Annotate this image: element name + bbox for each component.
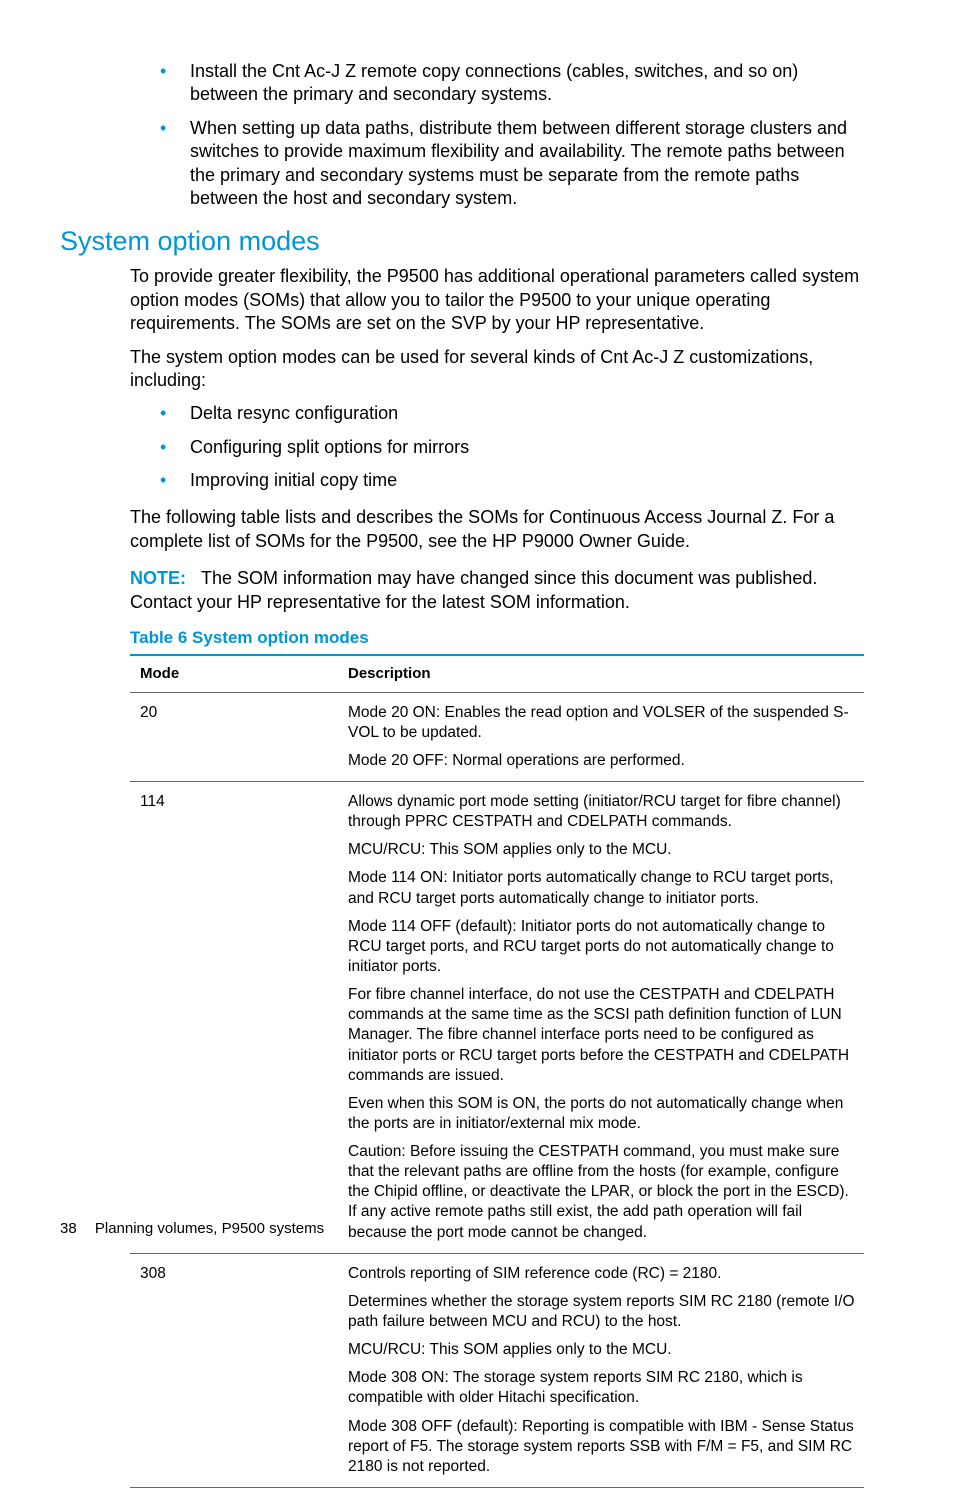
description-paragraph: Mode 308 OFF (default): Reporting is com… — [348, 1417, 856, 1477]
note-label: NOTE: — [130, 568, 186, 588]
note-text: The SOM information may have changed sin… — [130, 568, 817, 611]
description-cell: Mode 20 ON: Enables the read option and … — [338, 692, 864, 781]
list-item: Install the Cnt Ac-J Z remote copy conne… — [160, 60, 864, 107]
body-paragraph: To provide greater flexibility, the P950… — [60, 265, 864, 335]
description-paragraph: MCU/RCU: This SOM applies only to the MC… — [348, 1340, 856, 1360]
mode-cell: 308 — [130, 1253, 338, 1487]
description-paragraph: Determines whether the storage system re… — [348, 1292, 856, 1332]
description-paragraph: Mode 20 OFF: Normal operations are perfo… — [348, 751, 856, 771]
description-paragraph: Controls reporting of SIM reference code… — [348, 1264, 856, 1284]
body-paragraph: The system option modes can be used for … — [60, 346, 864, 393]
table-header-mode: Mode — [130, 655, 338, 692]
system-option-modes-table: Mode Description 20Mode 20 ON: Enables t… — [130, 654, 864, 1488]
description-paragraph: Mode 308 ON: The storage system reports … — [348, 1368, 856, 1408]
table-caption: Table 6 System option modes — [60, 628, 864, 648]
body-paragraph: The following table lists and describes … — [60, 506, 864, 553]
caution-label: Caution: — [348, 1143, 410, 1160]
description-paragraph: Caution: Before issuing the CESTPATH com… — [348, 1142, 856, 1243]
mode-cell: 114 — [130, 781, 338, 1253]
page-number: 38 — [60, 1220, 77, 1237]
page-footer: 38 Planning volumes, P9500 systems — [60, 1220, 324, 1237]
description-cell: Allows dynamic port mode setting (initia… — [338, 781, 864, 1253]
description-paragraph: Mode 114 OFF (default): Initiator ports … — [348, 917, 856, 977]
intro-bullet-list: Install the Cnt Ac-J Z remote copy conne… — [60, 60, 864, 210]
table-row: 114Allows dynamic port mode setting (ini… — [130, 781, 864, 1253]
table-header-description: Description — [338, 655, 864, 692]
description-paragraph: Allows dynamic port mode setting (initia… — [348, 792, 856, 832]
list-item: Improving initial copy time — [160, 469, 864, 492]
description-cell: Controls reporting of SIM reference code… — [338, 1253, 864, 1487]
description-paragraph: Even when this SOM is ON, the ports do n… — [348, 1094, 856, 1134]
description-paragraph: For fibre channel interface, do not use … — [348, 985, 856, 1086]
mode-cell: 20 — [130, 692, 338, 781]
list-item: Configuring split options for mirrors — [160, 436, 864, 459]
list-item: Delta resync configuration — [160, 402, 864, 425]
description-paragraph: MCU/RCU: This SOM applies only to the MC… — [348, 840, 856, 860]
table-row: 308 Controls reporting of SIM reference c… — [130, 1253, 864, 1487]
table-row: 20Mode 20 ON: Enables the read option an… — [130, 692, 864, 781]
description-paragraph: Mode 114 ON: Initiator ports automatical… — [348, 868, 856, 908]
note-block: NOTE: The SOM information may have chang… — [60, 567, 864, 614]
section-heading: System option modes — [60, 226, 864, 257]
list-item: When setting up data paths, distribute t… — [160, 117, 864, 211]
config-bullet-list: Delta resync configuration Configuring s… — [60, 402, 864, 492]
chapter-title: Planning volumes, P9500 systems — [95, 1220, 324, 1237]
description-paragraph: Mode 20 ON: Enables the read option and … — [348, 703, 856, 743]
